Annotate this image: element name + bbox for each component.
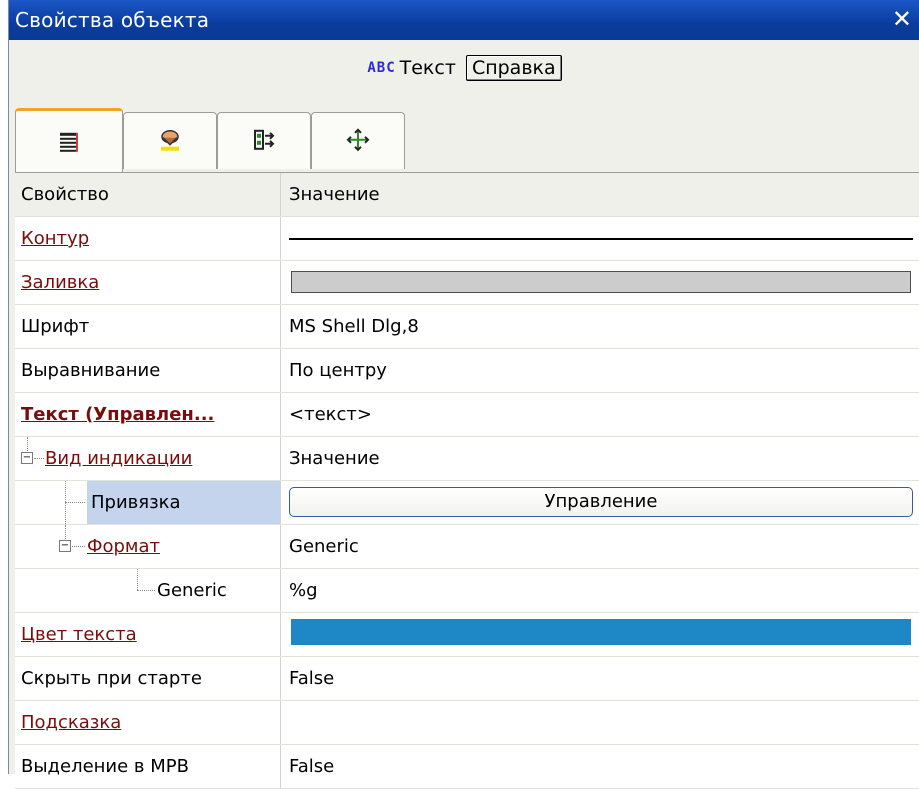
property-row-indication[interactable]: − Вид индикации Значение [15,437,919,481]
collapse-icon[interactable]: − [21,452,33,464]
text-color-preview[interactable] [291,619,911,645]
property-row-binding[interactable]: Привязка Управление [15,481,919,525]
title-bar[interactable]: Свойства объекта ✕ [9,0,919,40]
window-title: Свойства объекта [15,8,210,32]
layout-arrows-icon [254,129,275,150]
property-name-fill[interactable]: Заливка [21,272,99,293]
fill-preview[interactable] [291,271,911,293]
property-value-text[interactable]: <текст> [289,404,372,425]
tree-connector [34,458,44,459]
property-row-font[interactable]: Шрифт MS Shell Dlg,8 [15,305,919,349]
tab-layout[interactable] [217,112,311,169]
property-grid: Свойство Значение Контур Заливка Шрифт M… [15,172,919,789]
contour-preview[interactable] [289,238,913,240]
tab-position[interactable] [311,112,405,169]
property-row-hide-on-start[interactable]: Скрыть при старте False [15,657,919,701]
property-row-text-color[interactable]: Цвет текста [15,613,919,657]
object-header: ABC Текст Справка [9,55,919,91]
property-name-text-color[interactable]: Цвет текста [21,624,137,645]
tab-appearance[interactable] [123,112,217,169]
tree-connector [137,569,138,590]
tree-connector [72,546,85,547]
property-row-mrv-highlight[interactable]: Выделение в МРВ False [15,745,919,789]
collapse-icon[interactable]: − [59,540,71,552]
property-row-alignment[interactable]: Выравнивание По центру [15,349,919,393]
column-header-property: Свойство [21,184,109,205]
property-name-text[interactable]: Текст (Управлен... [21,404,214,425]
paint-bucket-icon [161,129,179,151]
tree-connector [137,590,155,591]
property-name-tooltip[interactable]: Подсказка [21,712,121,733]
object-properties-window: Свойства объекта ✕ ABC Текст Справка Сво… [8,0,919,789]
property-tabs [15,108,919,175]
property-value-hide-on-start[interactable]: False [289,668,334,689]
property-name-alignment: Выравнивание [21,360,161,381]
property-name-font: Шрифт [21,316,90,337]
property-value-format[interactable]: Generic [289,536,359,557]
property-name-binding[interactable]: Привязка [91,492,181,513]
binding-control-button[interactable]: Управление [289,487,913,517]
properties-list-icon [60,132,78,152]
property-row-fill[interactable]: Заливка [15,261,919,305]
tab-properties[interactable] [15,108,123,175]
property-row-contour[interactable]: Контур [15,217,919,261]
property-name-hide-on-start: Скрыть при старте [21,668,202,689]
close-icon[interactable]: ✕ [892,6,912,32]
property-value-font[interactable]: MS Shell Dlg,8 [289,316,419,337]
property-name-contour[interactable]: Контур [21,228,89,249]
property-value-alignment[interactable]: По центру [289,360,387,381]
property-row-text[interactable]: Текст (Управлен... <текст> [15,393,919,437]
tree-connector [65,525,66,541]
object-name: Текст [399,57,456,79]
property-row-generic[interactable]: Generic %g [15,569,919,613]
text-object-icon: ABC [367,60,396,76]
property-row-format[interactable]: − Формат Generic [15,525,919,569]
column-header-value: Значение [289,184,380,205]
property-name-indication[interactable]: Вид индикации [45,448,192,469]
property-name-format[interactable]: Формат [87,536,160,557]
property-row-tooltip[interactable]: Подсказка [15,701,919,745]
property-value-generic[interactable]: %g [289,580,318,601]
tree-connector [65,502,85,503]
grid-header: Свойство Значение [15,173,919,217]
help-button[interactable]: Справка [465,55,562,81]
property-value-indication[interactable]: Значение [289,448,380,469]
property-name-generic: Generic [157,580,227,601]
move-arrows-icon [346,128,370,152]
